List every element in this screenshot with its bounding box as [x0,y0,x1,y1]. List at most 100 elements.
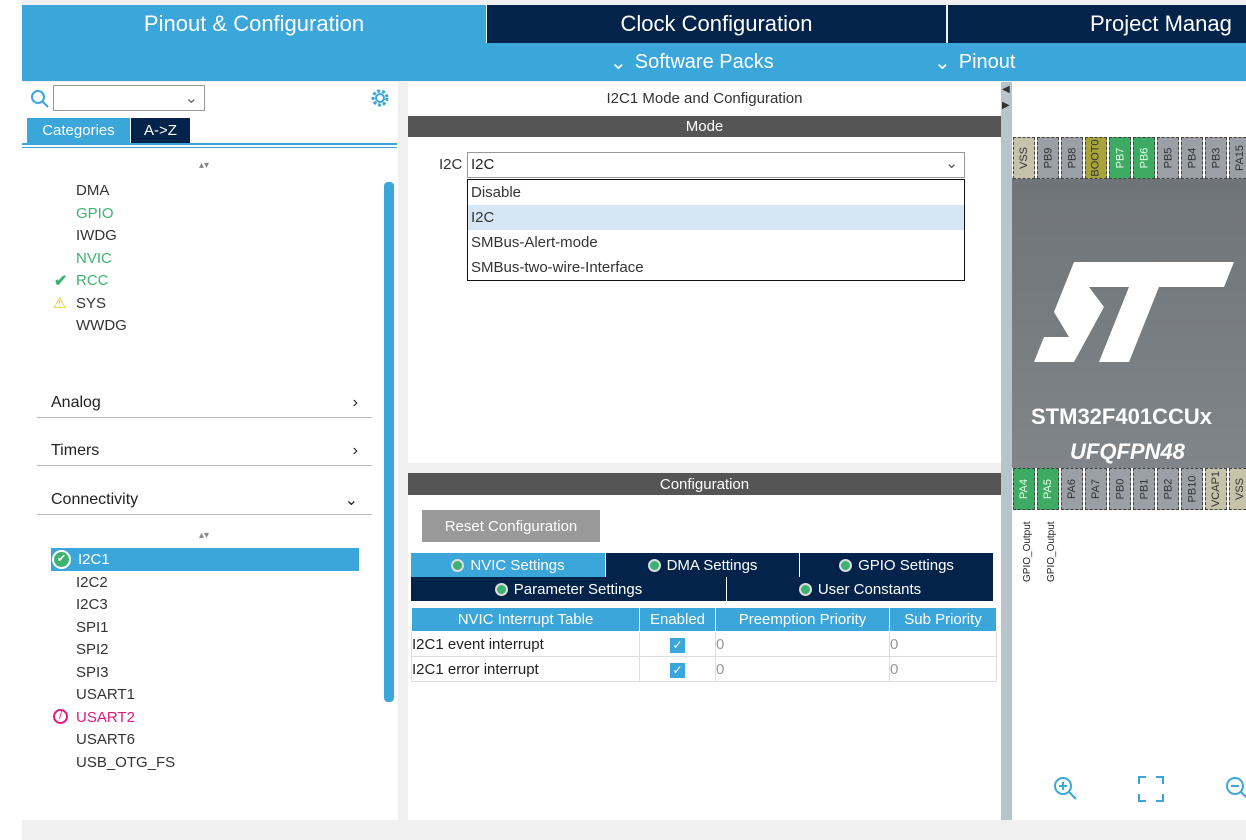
category-iwdg[interactable]: IWDG [76,227,117,244]
tab-user-constants[interactable]: User Constants [727,577,994,601]
pin-vss[interactable]: VSS [1013,137,1035,179]
item-i2c2[interactable]: I2C2 [76,574,108,591]
tab-pinout-configuration[interactable]: Pinout & Configuration [22,5,486,43]
sub-toolbar: ⌄Software Packs ⌄Pinout [22,43,1246,81]
preemption-priority[interactable]: 0 [716,657,890,682]
warning-icon: ⚠ [53,294,66,312]
category-wwdg[interactable]: WWDG [76,317,127,334]
interrupt-name: I2C1 event interrupt [412,632,640,657]
column-header: Enabled [640,608,716,632]
category-sys[interactable]: SYS [76,295,106,312]
st-logo [1034,252,1234,372]
tab-clock-configuration[interactable]: Clock Configuration [487,5,946,43]
disabled-icon: / [53,709,68,724]
collapse-icon[interactable]: ▴▾ [199,160,209,171]
pin-pb0[interactable]: PB0 [1109,468,1131,510]
option-i2c[interactable]: I2C [468,205,964,230]
preemption-priority[interactable]: 0 [716,632,890,657]
category-gpio[interactable]: GPIO [76,205,114,222]
pin-pb10[interactable]: PB10 [1181,468,1203,510]
sub-priority[interactable]: 0 [890,632,997,657]
section-timers[interactable]: Timers› [37,436,372,466]
i2c-dropdown: Disable I2C SMBus-Alert-mode SMBus-two-w… [467,179,965,281]
table-row: I2C1 event interrupt ✓ 00 [412,632,997,657]
pin-vcap1[interactable]: VCAP1 [1205,468,1227,510]
item-i2c1[interactable]: I2C1 [78,551,110,568]
pin-vss[interactable]: VSS [1229,468,1246,510]
pin-pa5[interactable]: PA5 [1037,468,1059,510]
pin-pb1[interactable]: PB1 [1133,468,1155,510]
chip-name: STM32F401CCUx [1031,404,1212,430]
item-i2c3[interactable]: I2C3 [76,596,108,613]
tab-a-z[interactable]: A->Z [131,118,190,143]
category-rcc[interactable]: RCC [76,272,109,289]
tab-parameter-settings[interactable]: Parameter Settings [411,577,727,601]
item-usart1[interactable]: USART1 [76,686,135,703]
item-usb-otg-fs[interactable]: USB_OTG_FS [76,754,175,771]
pin-pb2[interactable]: PB2 [1157,468,1179,510]
pin-pb4[interactable]: PB4 [1181,137,1203,179]
pin-pb7[interactable]: PB7 [1109,137,1131,179]
nvic-table: NVIC Interrupt TableEnabledPreemption Pr… [411,607,997,682]
check-circle-icon [839,559,852,572]
enabled-checkbox[interactable]: ✓ [670,663,685,678]
collapse-icon[interactable]: ▴▾ [199,530,209,541]
scrollbar[interactable] [384,182,394,702]
sub-priority[interactable]: 0 [890,657,997,682]
pin-boot0[interactable]: BOOT0 [1085,137,1107,179]
chip-view: STM32F401CCUx UFQFPN48 VSSPB9PB8BOOT0PB7… [1012,82,1246,820]
i2c-select[interactable]: I2C⌄ [467,152,965,178]
chevron-down-icon: ⌄ [345,490,358,510]
check-icon: ✔ [54,271,67,291]
splitter[interactable]: ◀ ▶ [1001,82,1012,820]
category-nvic[interactable]: NVIC [76,250,112,267]
pin-pb3[interactable]: PB3 [1205,137,1227,179]
tab-dma-settings[interactable]: DMA Settings [606,553,800,577]
search-input[interactable]: ⌄ [53,85,205,111]
chevron-down-icon: ⌄ [934,50,951,75]
pin-pa6[interactable]: PA6 [1061,468,1083,510]
chevron-down-icon: ⌄ [185,88,198,108]
configuration-header: Configuration [408,473,1001,495]
option-smbus-alert[interactable]: SMBus-Alert-mode [468,230,964,255]
zoom-in-icon[interactable] [1052,775,1078,801]
item-spi3[interactable]: SPI3 [76,664,109,681]
item-spi1[interactable]: SPI1 [76,619,109,636]
tab-nvic-settings[interactable]: NVIC Settings [411,553,606,577]
section-connectivity[interactable]: Connectivity⌄ [37,485,372,515]
arrow-left-icon[interactable]: ◀ [1002,84,1010,95]
software-packs-label: Software Packs [635,51,774,74]
item-spi2[interactable]: SPI2 [76,641,109,658]
option-smbus-two-wire[interactable]: SMBus-two-wire-Interface [468,255,964,280]
pinout-menu[interactable]: ⌄Pinout [934,43,1015,81]
reset-configuration-button[interactable]: Reset Configuration [422,510,600,542]
divider [22,143,397,145]
mode-title: I2C1 Mode and Configuration [408,90,1001,107]
pin-pa15[interactable]: PA15 [1229,137,1246,179]
item-usart2[interactable]: USART2 [76,709,135,726]
section-analog[interactable]: Analog› [37,388,372,418]
item-usart6[interactable]: USART6 [76,731,135,748]
category-dma[interactable]: DMA [76,182,109,199]
pin-pa4[interactable]: PA4 [1013,468,1035,510]
check-circle-icon: ✔ [52,550,71,569]
tab-gpio-settings[interactable]: GPIO Settings [800,553,994,577]
pin-pb9[interactable]: PB9 [1037,137,1059,179]
pin-pb6[interactable]: PB6 [1133,137,1155,179]
pin-pb5[interactable]: PB5 [1157,137,1179,179]
zoom-out-icon[interactable] [1224,775,1246,801]
enabled-checkbox[interactable]: ✓ [670,638,685,653]
interrupt-name: I2C1 error interrupt [412,657,640,682]
software-packs-menu[interactable]: ⌄Software Packs [610,43,774,81]
pin-pb8[interactable]: PB8 [1061,137,1083,179]
pin-pa7[interactable]: PA7 [1085,468,1107,510]
pin-label-pa4: GPIO_Output [1022,521,1033,582]
option-disable[interactable]: Disable [468,180,964,205]
configuration-panel: Configuration Reset Configuration NVIC S… [408,473,1001,820]
gear-icon[interactable] [369,87,391,109]
tab-categories[interactable]: Categories [27,118,130,143]
tab-project-manager[interactable]: Project Manag [948,5,1246,43]
i2c-label: I2C [439,156,462,173]
arrow-right-icon[interactable]: ▶ [1002,100,1010,111]
fit-screen-icon[interactable] [1138,776,1164,802]
